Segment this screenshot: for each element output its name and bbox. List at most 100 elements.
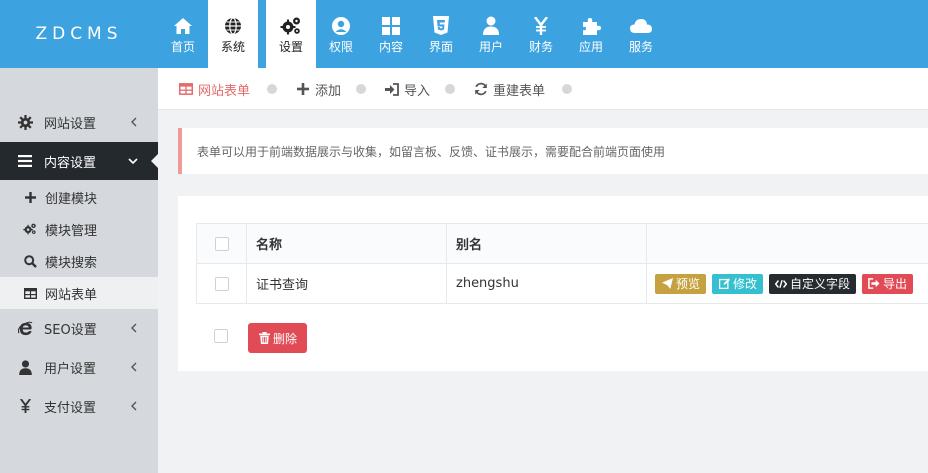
bars-icon xyxy=(17,153,33,169)
chevron-left-icon xyxy=(128,362,138,372)
chevron-left-icon xyxy=(128,323,138,333)
forms-table: 名称 别名 证书查询 zhengshu 预览 修改 自定义字段 导出 xyxy=(196,223,928,304)
grid-icon xyxy=(380,15,402,37)
sidebar-sub-label: 模块搜索 xyxy=(45,255,98,271)
add-button-label: 添加 xyxy=(315,83,342,99)
globe-icon xyxy=(222,15,244,37)
separator-dot xyxy=(445,84,455,94)
sign-in-icon xyxy=(385,82,399,96)
nav-users[interactable]: 用户 xyxy=(466,0,516,68)
table-icon xyxy=(23,286,37,300)
row-alias: zhengshu xyxy=(447,264,647,303)
nav-content[interactable]: 内容 xyxy=(366,0,416,68)
nav-label: 服务 xyxy=(628,39,653,54)
sidebar-sub-create-module[interactable]: 创建模块 xyxy=(0,181,158,213)
plus-icon xyxy=(23,190,37,204)
sidebar-sub-label: 创建模块 xyxy=(45,191,98,207)
gears-icon xyxy=(23,222,37,236)
custom-fields-label: 自定义字段 xyxy=(790,277,851,291)
edit-label: 修改 xyxy=(733,277,758,291)
rebuild-form-button[interactable]: 重建表单 xyxy=(474,80,545,99)
nav-label: 用户 xyxy=(478,39,503,54)
nav-interface[interactable]: 界面 xyxy=(416,0,466,68)
import-button-label: 导入 xyxy=(404,83,431,99)
separator-dot xyxy=(562,84,572,94)
chevron-left-icon xyxy=(128,117,138,127)
row-checkbox[interactable] xyxy=(214,276,229,291)
nav-label: 系统 xyxy=(220,39,245,54)
separator-dot xyxy=(267,84,277,94)
edit-button[interactable]: 修改 xyxy=(712,273,764,294)
sidebar-sub-site-form[interactable]: 网站表单 xyxy=(0,277,158,309)
tab-site-form-label: 网站表单 xyxy=(198,83,251,99)
delete-button[interactable]: 删除 xyxy=(248,323,308,353)
header-checkbox-cell xyxy=(196,224,247,263)
nav-services[interactable]: 服务 xyxy=(616,0,666,68)
gears-icon xyxy=(280,15,302,37)
nav-label: 界面 xyxy=(428,39,453,54)
custom-fields-button[interactable]: 自定义字段 xyxy=(769,273,857,294)
sidebar-sub-label: 网站表单 xyxy=(45,287,98,303)
header-alias: 别名 xyxy=(447,224,647,263)
search-icon xyxy=(23,254,37,268)
separator-dot xyxy=(356,84,366,94)
ie-icon xyxy=(17,320,33,336)
sidebar-item-content-settings[interactable]: 内容设置 xyxy=(0,142,159,180)
action-bar: 网站表单 添加 导入 重建表单 xyxy=(158,68,928,110)
nav-label: 设置 xyxy=(278,39,303,54)
sidebar-sub-label: 模块管理 xyxy=(45,223,98,239)
cloud-icon xyxy=(630,15,652,37)
sidebar-item-user-settings[interactable]: 用户设置 xyxy=(0,348,158,386)
chevron-left-icon xyxy=(128,401,138,411)
user-circle-icon xyxy=(330,15,352,37)
plus-icon xyxy=(296,82,310,96)
import-button[interactable]: 导入 xyxy=(385,80,431,99)
sidebar-item-payment-settings[interactable]: 支付设置 xyxy=(0,387,158,425)
row-name: 证书查询 xyxy=(247,264,447,303)
chevron-down-icon xyxy=(128,156,138,166)
header-name: 名称 xyxy=(247,224,447,263)
sign-out-icon xyxy=(868,278,880,290)
sidebar: 网站设置 内容设置 创建模块 模块管理 模块搜索 网站表单 SEO设置 用户设置… xyxy=(0,68,159,473)
tab-site-form[interactable]: 网站表单 xyxy=(179,80,251,99)
sidebar-item-label: SEO设置 xyxy=(44,322,97,338)
sidebar-item-label: 用户设置 xyxy=(44,361,97,377)
nav-label: 内容 xyxy=(378,39,403,54)
refresh-icon xyxy=(474,82,488,96)
nav-system[interactable]: 系统 xyxy=(208,0,258,68)
sidebar-item-label: 支付设置 xyxy=(44,400,97,416)
top-nav: 首页 系统 设置 权限 内容 界面 用户 财务 应用 服务 xyxy=(158,0,666,68)
user-icon xyxy=(17,359,33,375)
nav-label: 财务 xyxy=(528,39,553,54)
row-checkbox-cell xyxy=(196,264,247,303)
export-button[interactable]: 导出 xyxy=(862,273,914,294)
gear-icon xyxy=(17,114,33,130)
nav-home[interactable]: 首页 xyxy=(158,0,208,68)
sidebar-item-site-settings[interactable]: 网站设置 xyxy=(0,103,158,141)
html5-icon xyxy=(430,15,452,37)
sidebar-item-seo-settings[interactable]: SEO设置 xyxy=(0,309,158,347)
select-all-checkbox[interactable] xyxy=(214,236,229,251)
forms-panel: 名称 别名 证书查询 zhengshu 预览 修改 自定义字段 导出 删除 xyxy=(178,196,928,371)
nav-settings[interactable]: 设置 xyxy=(266,0,316,68)
nav-finance[interactable]: 财务 xyxy=(516,0,566,68)
sidebar-sub-module-search[interactable]: 模块搜索 xyxy=(0,245,158,277)
delete-label: 删除 xyxy=(273,331,298,346)
preview-label: 预览 xyxy=(676,277,701,291)
send-icon xyxy=(661,278,673,290)
sidebar-item-label: 内容设置 xyxy=(44,155,97,171)
nav-permissions[interactable]: 权限 xyxy=(316,0,366,68)
info-alert-text: 表单可以用于前端数据展示与收集，如留言板、反馈、证书展示，需要配合前端页面使用 xyxy=(197,144,666,159)
sidebar-sub-module-manage[interactable]: 模块管理 xyxy=(0,213,158,245)
nav-apps[interactable]: 应用 xyxy=(566,0,616,68)
yen-icon xyxy=(530,15,552,37)
header-actions xyxy=(647,224,928,263)
code-icon xyxy=(775,278,788,290)
app-logo[interactable]: ZDCMS xyxy=(0,0,158,68)
add-button[interactable]: 添加 xyxy=(296,80,342,99)
table-header-row: 名称 别名 xyxy=(196,224,928,264)
row-actions: 预览 修改 自定义字段 导出 xyxy=(647,264,928,303)
preview-button[interactable]: 预览 xyxy=(655,273,707,294)
table-icon xyxy=(179,82,193,96)
bulk-select-checkbox[interactable] xyxy=(214,329,228,343)
